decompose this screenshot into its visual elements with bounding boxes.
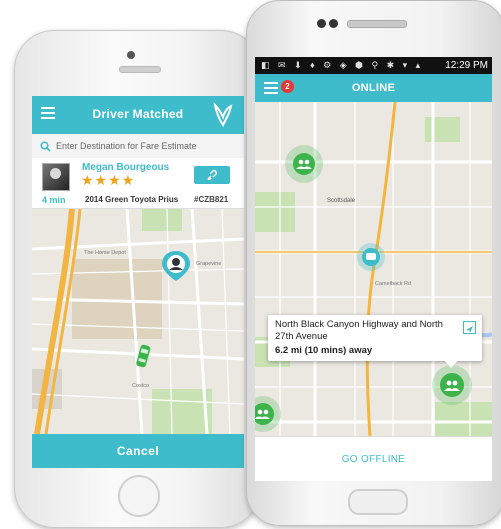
home-button[interactable] bbox=[118, 475, 160, 517]
app-header: 2 ONLINE bbox=[255, 74, 492, 102]
home-button[interactable] bbox=[348, 489, 408, 515]
driver-avatar bbox=[42, 163, 70, 191]
front-camera bbox=[127, 51, 135, 59]
go-offline-button[interactable]: GO OFFLINE bbox=[255, 436, 492, 481]
map-label: The Home Depot bbox=[84, 250, 126, 256]
map-label: Camelback Rd bbox=[375, 281, 411, 287]
earpiece-speaker bbox=[119, 66, 161, 73]
driver-status: ONLINE bbox=[351, 82, 396, 94]
destination-input[interactable] bbox=[56, 137, 238, 154]
destination-search-bar bbox=[32, 134, 244, 159]
sensor-dot bbox=[317, 19, 326, 28]
vehicle-marker[interactable] bbox=[357, 243, 385, 271]
pickup-distance: 6.2 mi (10 mins) away bbox=[275, 345, 373, 356]
iphone-screen: Driver Matched Megan Bourgeous ★★★★ 4 mi… bbox=[32, 96, 244, 468]
map-label: Scottsdale bbox=[327, 198, 356, 204]
driver-rating-stars: ★★★★ bbox=[81, 172, 136, 188]
pickup-address: North Black Canyon Highway and North 27t… bbox=[275, 319, 443, 342]
map-label: Costco bbox=[132, 383, 149, 389]
license-plate: #CZB821 bbox=[194, 195, 229, 204]
rider-cluster-marker[interactable] bbox=[285, 145, 323, 183]
iphone-device: Driver Matched Megan Bourgeous ★★★★ 4 mi… bbox=[14, 30, 261, 528]
driver-eta: 4 min bbox=[42, 195, 66, 205]
share-trip-button[interactable] bbox=[194, 166, 230, 184]
driver-car: 2014 Green Toyota Prius bbox=[85, 195, 179, 204]
search-icon bbox=[40, 139, 51, 157]
pickup-info-popup[interactable]: North Black Canyon Highway and North 27t… bbox=[268, 315, 482, 368]
rider-cluster-marker[interactable] bbox=[432, 365, 472, 405]
driver-card: Megan Bourgeous ★★★★ 4 min 2014 Green To… bbox=[32, 158, 244, 209]
app-logo-icon bbox=[212, 102, 234, 133]
map-label: Grapevine bbox=[196, 261, 221, 267]
link-icon bbox=[207, 169, 218, 181]
status-icons: ◧ ✉ ⬇ ♦ ⚙ ◈ ⬢ ⚲ ✱ ▾ ▴ bbox=[261, 60, 424, 70]
status-bar: ◧ ✉ ⬇ ♦ ⚙ ◈ ⬢ ⚲ ✱ ▾ ▴ 12:29 PM bbox=[255, 57, 492, 74]
popup-pointer bbox=[444, 360, 458, 368]
earpiece-speaker bbox=[347, 20, 407, 28]
android-screen: ◧ ✉ ⬇ ♦ ⚙ ◈ ⬢ ⚲ ✱ ▾ ▴ 12:29 PM 2 ONLINE bbox=[255, 57, 492, 481]
navigate-icon[interactable] bbox=[463, 321, 476, 334]
map-view[interactable]: The Home Depot Grapevine Costco bbox=[32, 209, 244, 434]
app-header: Driver Matched bbox=[32, 96, 244, 134]
map-view[interactable]: Scottsdale Camelback Rd bbox=[255, 102, 492, 436]
front-camera bbox=[329, 19, 338, 28]
android-device: ◧ ✉ ⬇ ♦ ⚙ ◈ ⬢ ⚲ ✱ ▾ ▴ 12:29 PM 2 ONLINE bbox=[246, 0, 501, 526]
status-time: 12:29 PM bbox=[445, 60, 488, 71]
cancel-ride-button[interactable]: Cancel bbox=[32, 434, 244, 468]
